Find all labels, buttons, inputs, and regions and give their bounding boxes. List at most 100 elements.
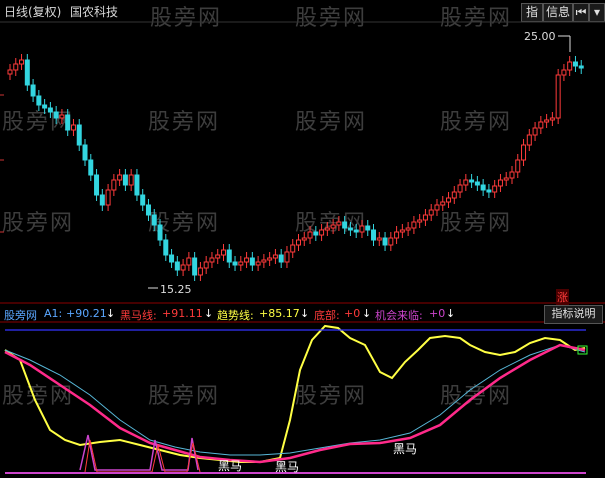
candle [30,79,36,102]
candle [336,216,342,231]
low-price-label: 15.25 [160,283,192,296]
high-price-label: 25.00 [524,30,556,43]
heima-label: 黑马线: [120,309,157,322]
candle [278,249,284,268]
candle [365,220,371,236]
candle [451,186,457,204]
candle [122,169,128,191]
candle [53,106,59,124]
down-arrow-icon: ↓ [106,307,116,320]
heima-line [4,343,586,464]
candle [538,116,544,134]
candle [486,184,492,198]
candle [324,222,330,236]
trend-line [4,324,586,463]
candle [117,169,123,186]
candle [330,219,336,234]
candle [220,244,226,261]
candle [140,189,146,211]
candle [284,246,290,268]
candle [215,249,221,264]
candle [342,216,348,234]
candle [417,214,423,228]
candle [497,174,503,192]
candle [382,232,388,251]
candle [70,119,76,136]
trend-value: +85.17 [259,307,300,320]
candle [359,220,365,238]
candle [59,109,65,124]
candle [515,154,521,178]
candle [192,252,198,281]
candle [440,196,446,211]
candle [405,222,411,236]
candle [249,252,255,271]
candle [151,209,157,231]
heima-signal: 黑马 [218,459,243,473]
chance-label: 机会来临: [375,309,423,322]
candle [376,232,382,246]
candles-group [7,54,584,281]
candle [186,252,192,271]
candle [371,224,377,246]
candle [521,139,527,166]
candle [509,166,515,184]
candle [232,256,238,271]
kline-chart[interactable] [0,0,605,478]
candle [19,54,25,70]
indicator-site-label: 股旁网 [4,309,37,322]
candle [544,114,550,128]
candle [480,179,486,196]
candle [169,249,175,268]
candle [134,169,140,201]
candle [572,56,578,72]
candle [99,189,105,211]
candle [434,199,440,216]
limit-up-badge: 涨 [556,289,569,305]
candle [290,239,296,258]
candle [128,169,134,191]
candle [319,224,325,241]
heima-signal: 黑马 [275,460,300,474]
candle [561,64,567,81]
candle [24,54,30,91]
candle [463,174,469,191]
candle [567,56,573,76]
candle [82,139,88,166]
heima-signal: 黑马 [393,442,418,456]
candle [94,169,100,201]
candle [13,58,19,76]
a1-label: A1: [44,307,63,320]
indicator-explain-button[interactable]: 指标说明 [544,305,603,324]
chance-value: +0 [429,307,446,320]
candle [296,234,301,251]
candle [65,109,71,136]
candle [422,209,428,226]
candle [394,226,400,244]
candle [36,90,42,111]
candle [244,252,250,268]
candle [163,234,169,261]
candle [180,259,186,276]
candle [446,192,452,208]
candle [313,226,319,241]
candle [578,60,584,74]
candle [197,262,203,281]
candle [42,99,48,114]
candle [526,129,532,151]
candle [157,219,163,246]
a1-value: +90.21 [66,307,107,320]
bottom-value: +0 [344,307,361,320]
candle [105,184,111,211]
bottom-label: 底部: [314,309,340,322]
candle [428,204,434,221]
candle [267,252,273,266]
candle [411,216,417,234]
down-arrow-icon: ↓ [204,307,214,320]
down-arrow-icon: ↓ [300,307,310,320]
candle [174,256,180,276]
candle [145,199,151,221]
candle [261,254,267,268]
candle [272,249,278,264]
candle [503,172,509,186]
